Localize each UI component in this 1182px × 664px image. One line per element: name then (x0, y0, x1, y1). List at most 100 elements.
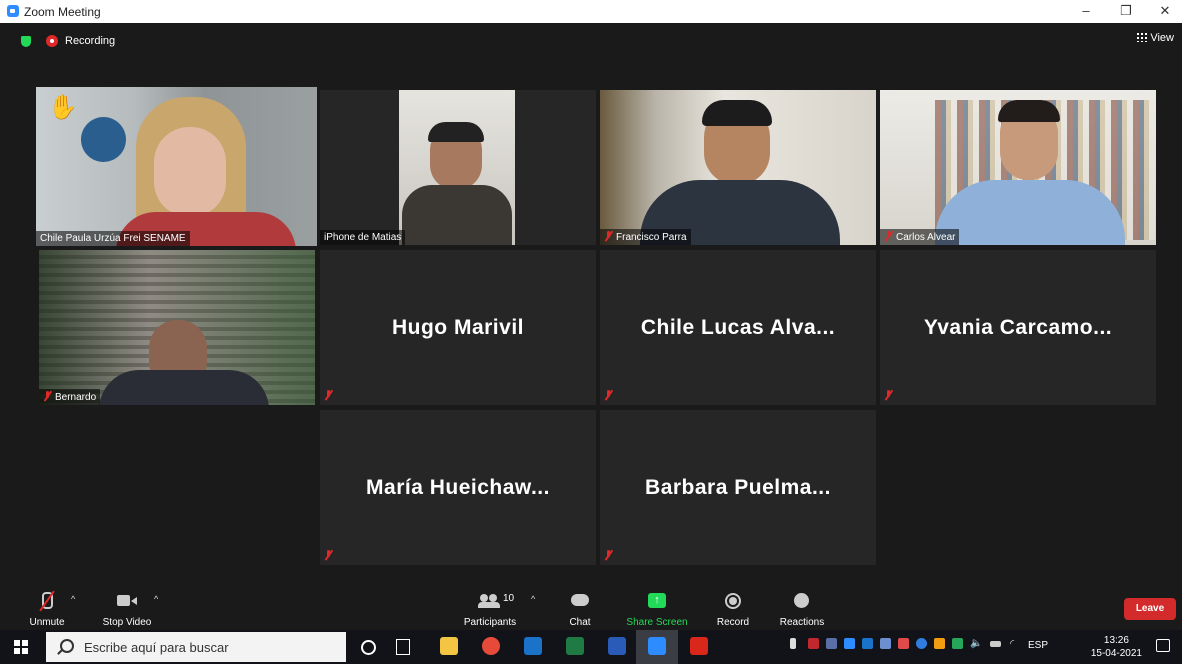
battery-icon[interactable] (990, 641, 1001, 647)
person-hair (998, 100, 1060, 122)
tray-mic-icon[interactable] (790, 638, 796, 649)
view-label: View (1150, 32, 1174, 44)
participant-name: Yvania Carcamo... (923, 315, 1113, 339)
task-view-icon[interactable] (396, 639, 410, 655)
stop-video-label: Stop Video (102, 617, 152, 628)
notifications-icon[interactable] (1156, 639, 1170, 652)
word-icon[interactable] (608, 637, 626, 655)
security-shield-icon[interactable] (21, 36, 31, 47)
tray-outlook-icon[interactable] (862, 638, 873, 649)
tray-teams-icon[interactable] (880, 638, 891, 649)
record-label: Record (716, 617, 750, 628)
tray-app-icon[interactable] (934, 638, 945, 649)
video-options-chevron-up-icon[interactable]: ^ (154, 594, 158, 604)
person-face (154, 127, 226, 217)
participant-name: Bernardo (39, 389, 101, 405)
leave-button[interactable]: Leave (1124, 598, 1176, 620)
cortana-icon[interactable] (361, 640, 376, 655)
muted-mic-icon (884, 390, 893, 400)
participant-name: María Hueichaw... (366, 475, 550, 499)
file-explorer-icon[interactable] (440, 637, 458, 655)
participant-name: Hugo Marivil (391, 315, 524, 339)
muted-mic-icon (324, 390, 333, 400)
tray-security-icon[interactable] (952, 638, 963, 649)
view-button[interactable]: View (1137, 32, 1174, 44)
stop-video-button[interactable]: Stop Video (97, 585, 157, 628)
share-screen-icon: ↑ (622, 591, 692, 613)
reactions-label: Reactions (779, 617, 825, 628)
video-tile[interactable]: Bernardo (39, 250, 315, 405)
participant-name: Francisco Parra (600, 229, 691, 245)
muted-mic-icon (884, 231, 893, 241)
window-title: Zoom Meeting (24, 5, 101, 19)
tray-app-icon[interactable] (808, 638, 819, 649)
record-icon (713, 591, 753, 613)
volume-icon[interactable]: 🔈 (970, 638, 982, 649)
reactions-button[interactable]: Reactions (777, 585, 827, 628)
participant-name: Chile Lucas Alva... (640, 315, 836, 339)
muted-mic-icon (22, 590, 72, 613)
video-tile[interactable]: iPhone de Matias (320, 90, 596, 245)
minimize-button[interactable]: – (1071, 2, 1101, 20)
participants-count: 10 (503, 593, 515, 604)
meeting-toolbar: Unmute ^ Stop Video ^ 10 Participants ^ … (0, 585, 1182, 630)
windows-start-icon[interactable] (14, 640, 28, 654)
participant-name-text: Carlos Alvear (896, 232, 956, 243)
record-button[interactable]: Record (713, 585, 753, 628)
video-camera-icon (97, 591, 157, 613)
video-tile[interactable]: Carlos Alvear (880, 90, 1156, 245)
raised-hand-icon: ✋ (48, 94, 78, 121)
zoom-taskbar-icon[interactable] (648, 637, 666, 655)
chat-label: Chat (569, 617, 591, 628)
muted-mic-icon (604, 550, 613, 560)
language-indicator[interactable]: ESP (1028, 640, 1048, 651)
search-icon (60, 639, 74, 653)
acrobat-icon[interactable] (690, 637, 708, 655)
recording-label: Recording (65, 35, 116, 47)
maximize-button[interactable]: ❐ (1111, 2, 1141, 20)
windows-taskbar: Escribe aquí para buscar 🔈 ◜ ESP 13:26 1… (0, 630, 1182, 664)
taskbar-search-box[interactable]: Escribe aquí para buscar (46, 632, 346, 662)
person-shirt (99, 370, 269, 405)
participants-button[interactable]: 10 Participants (458, 585, 522, 628)
tray-zoom-icon[interactable] (844, 638, 855, 649)
chrome-icon[interactable] (482, 637, 500, 655)
participants-chevron-up-icon[interactable]: ^ (531, 594, 535, 604)
outlook-icon[interactable] (524, 637, 542, 655)
video-tile[interactable]: ✋ Chile Paula Urzúa Frei SENAME (36, 87, 317, 246)
share-screen-label: Share Screen (626, 617, 688, 628)
window-titlebar: Zoom Meeting – ❐ ✕ (0, 0, 1182, 23)
audio-options-chevron-up-icon[interactable]: ^ (71, 594, 75, 604)
unmute-button[interactable]: Unmute (22, 585, 72, 628)
participant-name-text: Bernardo (55, 392, 97, 403)
participant-name: Carlos Alvear (880, 229, 960, 245)
chat-button[interactable]: Chat (560, 585, 600, 628)
participants-label: Participants (463, 617, 517, 628)
tray-app-icon[interactable] (898, 638, 909, 649)
participant-name: iPhone de Matias (320, 230, 406, 245)
participants-icon: 10 (458, 591, 522, 613)
tray-app-icon[interactable] (826, 638, 837, 649)
muted-mic-icon (324, 550, 333, 560)
bluetooth-icon[interactable] (916, 638, 927, 649)
participant-name-text: Francisco Parra (616, 232, 687, 243)
person-shirt (402, 185, 512, 245)
excel-icon[interactable] (566, 637, 584, 655)
clock-time: 13:26 (1103, 635, 1129, 646)
participant-tile[interactable]: Barbara Puelma... (600, 410, 876, 565)
wifi-icon[interactable]: ◜ (1010, 637, 1014, 650)
participant-name: Barbara Puelma... (645, 475, 831, 499)
person-shirt (935, 180, 1125, 245)
clock-date: 15-04-2021 (1090, 648, 1142, 659)
close-button[interactable]: ✕ (1150, 2, 1180, 20)
person-hair (702, 100, 772, 126)
chat-icon (560, 591, 600, 613)
share-screen-button[interactable]: ↑ Share Screen (622, 585, 692, 628)
globe-shape (81, 117, 126, 162)
participant-tile[interactable]: Hugo Marivil (320, 250, 596, 405)
participant-tile[interactable]: María Hueichaw... (320, 410, 596, 565)
participant-tile[interactable]: Yvania Carcamo... (880, 250, 1156, 405)
participant-tile[interactable]: Chile Lucas Alva... (600, 250, 876, 405)
video-tile[interactable]: Francisco Parra (600, 90, 876, 245)
taskbar-clock[interactable]: 13:26 15-04-2021 (1091, 634, 1142, 660)
